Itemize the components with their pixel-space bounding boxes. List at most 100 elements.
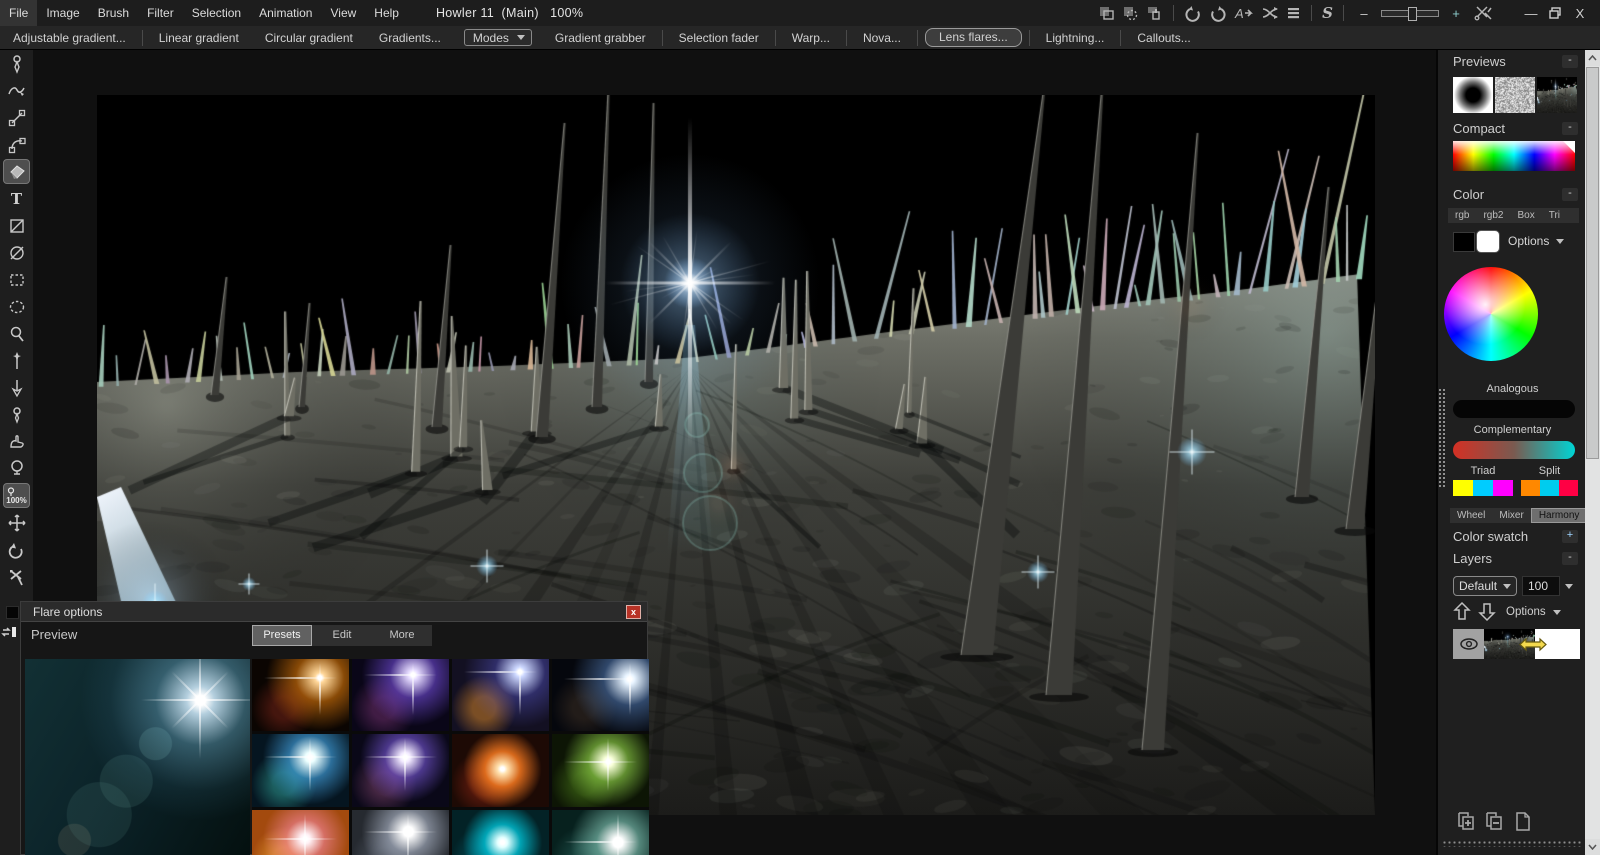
flare-preset-thumbnail[interactable] [352,734,449,807]
analogous-bar[interactable] [1453,400,1575,418]
redo-icon[interactable] [1209,5,1227,22]
text-tool[interactable]: T [3,186,30,211]
remove-layer-button[interactable] [1483,810,1505,839]
smudge-finger-tool[interactable] [3,429,30,454]
complementary-bar[interactable] [1453,441,1575,459]
auto-paint-icon[interactable]: A [1234,5,1254,21]
warp-button[interactable]: Warp... [779,26,843,50]
restore-button[interactable] [1548,6,1563,20]
flare-preview-pane[interactable] [25,659,250,855]
picker-arrow-tool[interactable] [3,375,30,400]
color-wheel[interactable] [1444,267,1538,361]
dialog-title[interactable]: Flare options [21,602,647,622]
move-layer-down-button[interactable] [1478,601,1496,627]
paste-as-image-icon[interactable] [1098,5,1115,21]
tab-mixer[interactable]: Mixer [1492,508,1530,523]
gradients-button[interactable]: Gradients... [366,26,454,50]
layer-row[interactable] [1453,629,1580,659]
no-fill-tool[interactable] [3,240,30,265]
ellipse-select-tool[interactable] [3,294,30,319]
flare-preset-thumbnail[interactable] [252,734,349,807]
selection-fader-button[interactable]: Selection fader [666,26,772,50]
flare-preset-thumbnail[interactable] [552,659,649,731]
zoom-in-button[interactable]: + [1446,6,1466,21]
nib-tool[interactable] [3,402,30,427]
menu-file[interactable]: File [0,0,37,26]
panel-grip[interactable] [1438,388,1445,488]
tab-box[interactable]: Box [1510,208,1541,223]
layer-blend-mode-dropdown[interactable]: Default [1453,576,1517,596]
curve-tool[interactable] [3,132,30,157]
split-swatch[interactable] [1540,480,1559,496]
tab-rgb2[interactable]: rgb2 [1476,208,1510,223]
move-layer-up-button[interactable] [1453,601,1471,627]
flare-preset-thumbnail[interactable] [252,659,349,731]
texture-preview-thumbnail[interactable] [1495,77,1535,113]
layer-visibility-toggle[interactable] [1453,629,1484,659]
menu-brush[interactable]: Brush [89,0,138,26]
stylus-pressure-icon[interactable]: S [1322,4,1333,22]
triad-swatch[interactable] [1453,480,1473,496]
add-layer-button[interactable] [1455,810,1477,839]
flare-preset-thumbnail[interactable] [552,734,649,807]
flare-preset-thumbnail[interactable] [552,810,649,855]
list-icon[interactable] [1286,6,1301,20]
menu-selection[interactable]: Selection [183,0,250,26]
foreground-color-swatch[interactable] [1453,232,1475,252]
collapse-compact-button[interactable]: - [1562,122,1578,135]
close-button[interactable]: X [1570,6,1590,21]
menu-filter[interactable]: Filter [138,0,183,26]
triad-swatch[interactable] [1493,480,1513,496]
flare-preset-thumbnail[interactable] [452,734,549,807]
line-tool[interactable] [3,105,30,130]
split-swatch[interactable] [1521,480,1540,496]
tab-presets[interactable]: Presets [252,625,312,646]
tab-edit[interactable]: Edit [312,625,372,646]
compact-color-picker[interactable] [1453,141,1575,171]
zoom-slider-handle[interactable] [1408,7,1417,21]
paste-as-brush-icon[interactable] [1122,5,1139,21]
flare-preset-thumbnail[interactable] [452,659,549,731]
pin-x-tool[interactable] [3,564,30,589]
collapse-previews-button[interactable]: - [1562,55,1578,68]
gradient-fill-tool[interactable] [3,159,30,184]
flare-preset-thumbnail[interactable] [352,810,449,855]
color-options-dropdown[interactable]: Options [1508,234,1564,248]
layers-options-dropdown[interactable]: Options [1506,606,1561,618]
shape-frame-tool[interactable] [3,213,30,238]
cut-tool-icon[interactable] [1473,4,1493,22]
brush-preview-thumbnail[interactable] [1453,77,1493,113]
zoom-100-tool[interactable]: 100% [3,483,30,508]
pin-star-tool[interactable] [3,348,30,373]
freehand-draw-tool[interactable] [3,78,30,103]
pen-tool[interactable] [3,51,30,76]
menu-help[interactable]: Help [365,0,408,26]
flare-preset-thumbnail[interactable] [352,659,449,731]
adjustable-gradient-button[interactable]: Adjustable gradient... [0,26,139,50]
collapse-color-button[interactable]: - [1562,188,1578,201]
collapse-layers-button[interactable]: - [1562,552,1578,565]
lasso-tool[interactable] [3,321,30,346]
add-color-swatch-button[interactable]: + [1562,530,1578,543]
tab-harmony[interactable]: Harmony [1531,508,1588,523]
circular-gradient-button[interactable]: Circular gradient [252,26,366,50]
menu-view[interactable]: View [321,0,365,26]
undo-icon[interactable] [1184,5,1202,22]
paste-special-icon[interactable] [1146,5,1163,21]
image-preview-thumbnail[interactable] [1537,77,1577,113]
new-page-button[interactable] [1513,810,1533,839]
swap-colors-icon[interactable] [1,625,19,644]
menu-animation[interactable]: Animation [250,0,321,26]
modes-dropdown[interactable]: Modes [464,29,532,46]
primary-color-swatch[interactable] [6,606,19,619]
move-tool[interactable] [3,510,30,535]
tab-rgb[interactable]: rgb [1448,208,1476,223]
callouts-button[interactable]: Callouts... [1124,26,1203,50]
gradient-grabber-button[interactable]: Gradient grabber [542,26,659,50]
split-swatch[interactable] [1559,480,1578,496]
tab-more[interactable]: More [372,625,432,646]
tab-wheel[interactable]: Wheel [1450,508,1492,523]
magnifier-lamp-tool[interactable] [3,456,30,481]
dialog-close-button[interactable]: x [626,605,641,619]
background-color-swatch[interactable] [1476,230,1500,253]
